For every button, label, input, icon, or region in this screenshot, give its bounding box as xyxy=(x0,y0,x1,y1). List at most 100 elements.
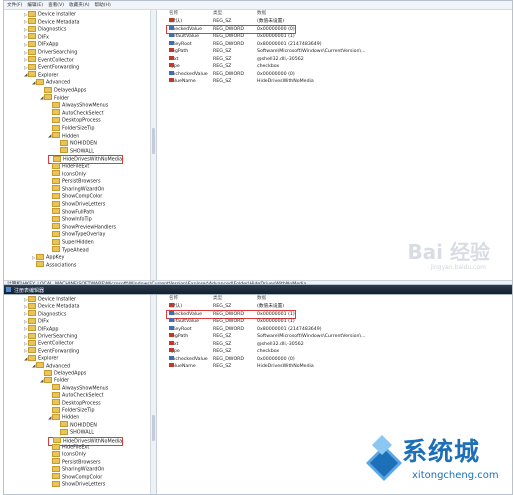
menu-item[interactable]: 查看(V) xyxy=(48,2,64,8)
value-name: Text xyxy=(169,55,178,63)
value-row[interactable]: DefaultValue REG_DWORD 0x00000001 (1) xyxy=(157,318,507,325)
value-name: Text xyxy=(169,340,178,348)
value-row[interactable]: HKeyRoot REG_DWORD 0x80000001 (2147483649) xyxy=(157,40,507,48)
folder-icon xyxy=(52,450,60,457)
tree-node[interactable]: ShowCompColor xyxy=(48,192,102,200)
value-row[interactable]: Text REG_SZ @shell32.dll,-30562 xyxy=(157,55,507,63)
menu-item[interactable]: 编辑(E) xyxy=(27,2,43,8)
tree-node-label: AutoCheckSelect xyxy=(62,392,104,399)
tree-node[interactable]: DesktopProcess xyxy=(48,116,101,124)
string-value-icon xyxy=(169,48,174,52)
tree-node[interactable]: FolderSizeTip xyxy=(48,124,94,132)
value-row[interactable]: Type REG_SZ checkbox xyxy=(157,348,507,355)
folder-icon xyxy=(28,40,36,47)
column-header-data[interactable]: 数据 xyxy=(257,11,266,17)
folder-icon xyxy=(44,376,52,383)
value-row[interactable]: ValueName REG_SZ HideDrivesWithNoMedia xyxy=(157,78,507,85)
value-row[interactable]: ValueName REG_SZ HideDrivesWithNoMedia xyxy=(157,363,507,370)
value-row[interactable]: (默认) REG_SZ (数值未设置) xyxy=(157,303,507,310)
tree-node-label: ShowPreviewHandlers xyxy=(62,224,117,231)
value-name: HKeyRoot xyxy=(169,40,192,48)
tree-node[interactable]: SuperHidden xyxy=(48,238,94,246)
value-row[interactable]: RegPath REG_SZ Software\Microsoft\Windows\… xyxy=(157,333,507,340)
logo-text: 系统城 xyxy=(402,437,481,466)
tree-node-label: AlwaysShowMenus xyxy=(62,385,109,392)
folder-icon xyxy=(28,347,36,354)
menu-item[interactable]: 帮助(H) xyxy=(95,2,111,8)
tree-node-label: Explorer xyxy=(38,72,59,79)
column-header-type[interactable]: 类型 xyxy=(213,11,222,17)
menu-item[interactable]: 文件(F) xyxy=(7,2,22,8)
tree-node[interactable]: ◢ Advanced xyxy=(32,78,70,86)
folder-icon xyxy=(52,200,60,207)
tree-node[interactable]: SHOWALL xyxy=(56,428,94,436)
column-header-type[interactable]: 类型 xyxy=(213,296,222,302)
menu-item[interactable]: 收藏夹(A) xyxy=(69,2,90,8)
column-header-data[interactable]: 数据 xyxy=(257,296,266,302)
value-row[interactable]: Text REG_SZ @shell32.dll,-30562 xyxy=(157,340,507,348)
tree-node[interactable]: DelayedApps xyxy=(40,86,86,94)
value-name: DefaultValue xyxy=(169,33,199,40)
tree-node[interactable]: ▷ DIFxApp xyxy=(24,40,58,48)
tree-node[interactable]: ShowPreviewHandlers xyxy=(48,223,117,231)
folder-icon xyxy=(52,399,60,406)
folder-icon xyxy=(28,33,36,40)
dword-value-icon xyxy=(169,318,174,322)
value-row[interactable]: UncheckedValue REG_DWORD 0x00000000 (0) xyxy=(157,70,507,78)
folder-icon xyxy=(28,25,36,32)
tree-node-label: Hidden xyxy=(62,133,80,140)
tree-node[interactable]: ◢ Hidden xyxy=(48,132,80,140)
tree-node[interactable]: ◢ Folder xyxy=(40,94,69,102)
tree-scrollbar[interactable] xyxy=(150,295,156,494)
column-header-name[interactable]: 名称 xyxy=(169,296,178,302)
value-row[interactable]: (默认) REG_SZ (数值未设置) xyxy=(157,18,507,25)
tree-node-label: DIFx xyxy=(38,34,49,41)
tree-node[interactable]: AutoCheckSelect xyxy=(48,109,104,117)
tree-node[interactable]: HideFileExt xyxy=(48,162,89,170)
tree-node[interactable]: Associations xyxy=(32,261,76,269)
tree-node[interactable]: ▷ Diagnostics xyxy=(24,25,66,33)
tree-node[interactable]: ▷ EventCollector xyxy=(24,56,74,64)
tree-node[interactable]: AlwaysShowMenus xyxy=(48,101,108,109)
tree-node[interactable]: ▷ EventForwarding xyxy=(24,63,79,71)
tree-node-label: NOHIDDEN xyxy=(70,422,97,429)
tree-node[interactable]: ShowDriveLetters xyxy=(48,200,105,208)
tree-node[interactable]: SharingWizardOn xyxy=(48,185,104,193)
tree-node[interactable]: ▷ AppKey xyxy=(32,253,64,261)
value-name: HKeyRoot xyxy=(169,325,192,333)
tree-node[interactable]: TypeAhead xyxy=(48,246,89,254)
tree-node[interactable]: ▷ DIFx xyxy=(24,33,49,41)
tree-node[interactable]: IconsOnly xyxy=(48,170,86,178)
value-name: (默认) xyxy=(169,303,182,310)
tree-node[interactable]: ▷ DriverSearching xyxy=(24,48,77,56)
tree-node[interactable]: ShowInfoTip xyxy=(48,215,92,223)
value-row[interactable]: Type REG_SZ checkbox xyxy=(157,63,507,70)
scroll-thumb[interactable] xyxy=(152,415,155,441)
tree-node[interactable]: ShowTypeOverlay xyxy=(48,230,105,238)
value-row[interactable]: HKeyRoot REG_DWORD 0x80000001 (2147483649) xyxy=(157,325,507,333)
tree-scrollbar[interactable] xyxy=(150,10,156,280)
tree-node[interactable]: NOHIDDEN xyxy=(56,139,97,147)
tree-node-label: SharingWizardOn xyxy=(62,466,105,473)
tree-node-label: TypeAhead xyxy=(62,247,89,254)
folder-icon xyxy=(53,437,61,444)
value-data: HideDrivesWithNoMedia xyxy=(257,364,314,369)
menu-bar: 文件(F) 编辑(E) 查看(V) 收藏夹(A) 帮助(H) xyxy=(4,1,512,10)
folder-icon xyxy=(52,480,60,487)
registry-editor-window-1: 文件(F) 编辑(E) 查看(V) 收藏夹(A) 帮助(H) ▷ Device Insta… xyxy=(3,0,513,290)
value-type: REG_SZ xyxy=(213,49,232,54)
value-row[interactable]: RegPath REG_SZ Software\Microsoft\Windows\… xyxy=(157,48,507,55)
tree-node[interactable]: ◢ Explorer xyxy=(24,71,59,79)
value-row[interactable]: DefaultValue REG_DWORD 0x00000001 (1) xyxy=(157,33,507,40)
column-header-name[interactable]: 名称 xyxy=(169,11,178,17)
tree-node[interactable]: ShowFullPath xyxy=(48,208,94,216)
tree-node[interactable]: SHOWALL xyxy=(56,147,94,155)
tree-node-label: FolderSizeTip xyxy=(62,407,95,414)
scroll-thumb[interactable] xyxy=(152,128,155,154)
tree-node[interactable]: ▷ Device Installer xyxy=(24,10,76,18)
tree-node[interactable]: ShowDriveLetters xyxy=(48,480,105,488)
value-type: REG_SZ xyxy=(213,19,232,24)
tree-node[interactable]: PersistBrowsers xyxy=(48,177,101,185)
tree-node[interactable]: ▷ Device Metadata xyxy=(24,18,79,26)
value-row[interactable]: UncheckedValue REG_DWORD 0x00000000 (0) xyxy=(157,355,507,363)
